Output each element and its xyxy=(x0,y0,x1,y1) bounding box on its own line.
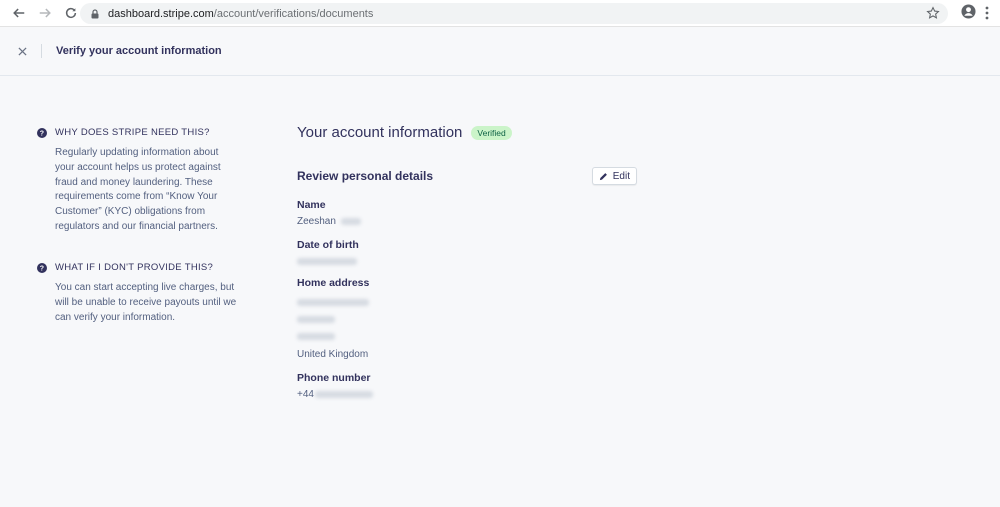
personal-details-header: Review personal details Edit xyxy=(297,167,637,185)
faq-item-what-if: ? WHAT IF I DON'T PROVIDE THIS? You can … xyxy=(37,262,237,325)
url-path: /account/verifications/documents xyxy=(213,7,374,20)
account-info-header: Your account information Verified xyxy=(297,124,637,141)
faq-answer: You can start accepting live charges, bu… xyxy=(55,282,237,323)
question-circle-icon: ? xyxy=(37,127,47,138)
page-title: Verify your account information xyxy=(56,45,222,57)
name-value: Zeeshan xyxy=(297,216,336,227)
faq-question-text: WHY DOES STRIPE NEED THIS? xyxy=(55,127,210,138)
pencil-icon xyxy=(599,172,607,180)
field-label: Home address xyxy=(297,277,370,289)
edit-button-label: Edit xyxy=(612,170,630,182)
field-value: +44 xyxy=(297,389,637,400)
field-dob: Date of birth xyxy=(297,239,637,265)
url-text: dashboard.stripe.com/account/verificatio… xyxy=(108,8,373,20)
edit-button[interactable]: Edit xyxy=(591,167,637,185)
faq-item-why: ? WHY DOES STRIPE NEED THIS? Regularly u… xyxy=(37,127,237,235)
svg-text:?: ? xyxy=(40,265,45,272)
verified-badge: Verified xyxy=(471,125,512,140)
redacted-address-line xyxy=(297,297,637,308)
close-icon xyxy=(17,46,27,56)
account-info-title: Your account information xyxy=(297,124,463,141)
faq-question: ? WHAT IF I DON'T PROVIDE THIS? xyxy=(37,262,237,273)
browser-toolbar: dashboard.stripe.com/account/verificatio… xyxy=(0,0,1000,27)
kebab-menu-icon[interactable] xyxy=(982,6,992,20)
field-phone: Phone number +44 xyxy=(297,372,637,400)
address-bar[interactable]: dashboard.stripe.com/account/verificatio… xyxy=(80,3,948,24)
url-host: dashboard.stripe.com xyxy=(108,7,214,20)
content-area: ? WHY DOES STRIPE NEED THIS? Regularly u… xyxy=(0,76,1000,506)
field-value: Zeeshan xyxy=(297,216,637,227)
redacted-surname xyxy=(340,218,361,225)
account-info-panel: Your account information Verified Review… xyxy=(297,124,637,400)
section-title: Review personal details xyxy=(297,169,434,183)
question-circle-icon: ? xyxy=(37,262,47,273)
field-label: Name xyxy=(297,199,326,211)
faq-answer: Regularly updating information about you… xyxy=(55,147,221,232)
faq-question: ? WHY DOES STRIPE NEED THIS? xyxy=(37,127,237,138)
faq-question-text: WHAT IF I DON'T PROVIDE THIS? xyxy=(55,262,214,273)
field-label: Date of birth xyxy=(297,239,359,251)
reload-icon[interactable] xyxy=(60,2,82,24)
field-address: Home address United Kingdom xyxy=(297,277,637,360)
redacted-address-line xyxy=(297,331,637,342)
field-label: Phone number xyxy=(297,372,371,384)
field-value xyxy=(297,256,637,265)
close-button[interactable] xyxy=(15,44,29,58)
header-divider xyxy=(41,44,42,58)
address-country: United Kingdom xyxy=(297,349,369,360)
app-header: Verify your account information xyxy=(0,27,1000,76)
lock-icon xyxy=(91,8,99,18)
field-name: Name Zeeshan xyxy=(297,199,637,227)
redacted-dob xyxy=(297,258,357,265)
back-arrow-icon[interactable] xyxy=(8,2,30,24)
svg-text:?: ? xyxy=(40,130,45,137)
phone-prefix: +44 xyxy=(297,389,314,400)
forward-arrow-icon[interactable] xyxy=(34,2,56,24)
profile-icon[interactable] xyxy=(961,4,976,19)
star-icon[interactable] xyxy=(926,6,940,20)
redacted-address-line xyxy=(297,314,637,325)
redacted-phone xyxy=(314,391,373,398)
